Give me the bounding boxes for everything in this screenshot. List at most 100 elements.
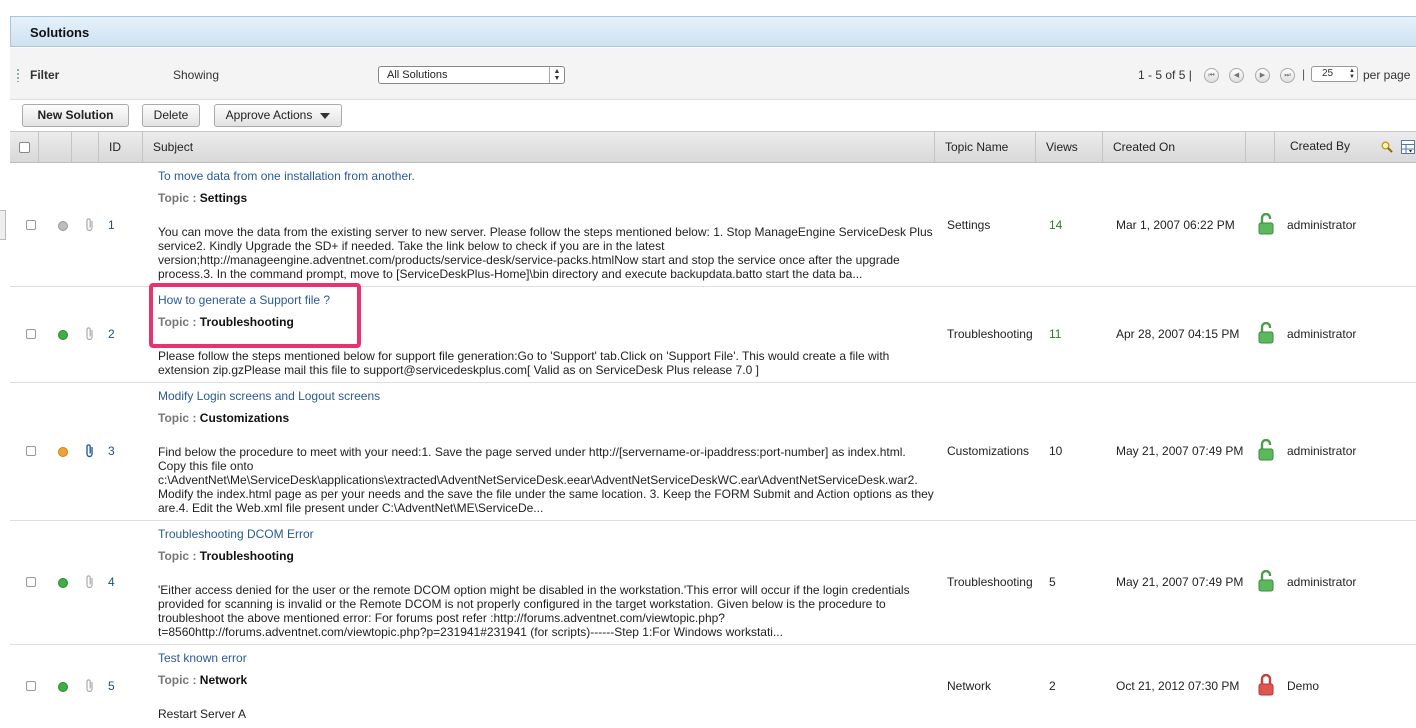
per-page-value: 25 (1322, 68, 1334, 79)
row-created-on: Apr 28, 2007 04:15 PM (1116, 327, 1240, 341)
topic-label: Topic : (158, 411, 197, 425)
row-created-on: Oct 21, 2012 07:30 PM (1116, 679, 1240, 693)
row-created-by: Demo (1287, 679, 1320, 693)
column-chooser-icon[interactable] (1401, 140, 1415, 154)
unlocked-icon (1258, 322, 1274, 344)
unlocked-icon (1258, 213, 1274, 235)
unlocked-icon (1258, 570, 1274, 592)
row-created-on: May 21, 2007 07:49 PM (1116, 444, 1244, 458)
panel-header: Solutions (10, 16, 1416, 47)
row-topic-name: Settings (947, 218, 991, 232)
highlight-box (149, 283, 361, 348)
attachment-icon (86, 444, 93, 458)
status-green-icon (58, 578, 68, 588)
status-gray-icon (58, 221, 68, 231)
view-select-value: All Solutions (387, 69, 448, 81)
first-page-icon[interactable]: ⏮ (1204, 68, 1219, 83)
last-page-icon[interactable]: ⏭ (1280, 68, 1295, 83)
row-checkbox[interactable] (26, 446, 36, 456)
filter-label: Filter (30, 68, 60, 82)
per-page-label: per page (1363, 68, 1411, 82)
col-created-on[interactable]: Created On (1102, 132, 1245, 162)
next-page-icon[interactable]: ▶ (1255, 68, 1270, 83)
row-id-link[interactable]: 1 (108, 218, 115, 232)
attachment-icon (86, 327, 93, 341)
delete-button[interactable]: Delete (142, 104, 200, 127)
paging-separator: | (1302, 67, 1306, 81)
collapse-handle[interactable] (0, 210, 6, 240)
prev-page-icon[interactable]: ◀ (1229, 68, 1244, 83)
attachment-icon (86, 575, 93, 589)
row-topic-name: Troubleshooting (947, 575, 1033, 589)
approve-actions-button[interactable]: Approve Actions (214, 104, 342, 127)
new-solution-button[interactable]: New Solution (22, 104, 129, 127)
row-id-link[interactable]: 4 (108, 575, 115, 589)
row-views: 10 (1049, 444, 1063, 458)
row-subject-link[interactable]: To move data from one installation from … (158, 169, 415, 183)
row-id-link[interactable]: 3 (108, 444, 115, 458)
row-created-by: administrator (1287, 327, 1357, 341)
row-body: Please follow the steps mentioned below … (158, 349, 890, 377)
topic-value: Troubleshooting (199, 549, 294, 563)
status-green-icon (58, 330, 68, 340)
row-checkbox[interactable] (26, 681, 36, 691)
row-body: 'Either access denied for the user or th… (158, 583, 910, 639)
table-row[interactable]: 4 Troubleshooting DCOM Error Topic : Tro… (10, 521, 1416, 645)
row-body: Find below the procedure to meet with yo… (158, 445, 934, 515)
attachment-icon (86, 679, 93, 693)
row-created-by: administrator (1287, 444, 1357, 458)
locked-icon (1258, 674, 1274, 696)
table-row[interactable]: 3 Modify Login screens and Logout screen… (10, 383, 1416, 521)
topic-value: Settings (199, 191, 248, 205)
col-topic-name[interactable]: Topic Name (934, 132, 1035, 162)
row-views: 14 (1049, 218, 1063, 232)
row-subject-link[interactable]: Modify Login screens and Logout screens (158, 389, 380, 403)
row-id-link[interactable]: 5 (108, 679, 115, 693)
status-green-icon (58, 682, 68, 692)
row-topic: Topic : Troubleshooting (158, 549, 294, 563)
row-subject-link[interactable]: Troubleshooting DCOM Error (158, 527, 314, 541)
row-created-on: Mar 1, 2007 06:22 PM (1116, 218, 1235, 232)
row-id-link[interactable]: 2 (108, 327, 115, 341)
col-status (38, 132, 71, 162)
select-arrows-icon: ▲ ▼ (549, 67, 564, 83)
row-checkbox[interactable] (26, 577, 36, 587)
table-row[interactable]: 1 To move data from one installation fro… (10, 163, 1416, 287)
select-all-checkbox[interactable] (19, 142, 30, 153)
row-views: 11 (1049, 327, 1062, 341)
topic-label: Topic : (158, 191, 197, 205)
row-topic-name: Customizations (947, 444, 1030, 458)
col-views[interactable]: Views (1035, 132, 1102, 162)
col-created-by[interactable]: Created By (1274, 132, 1416, 162)
row-views: 5 (1049, 575, 1056, 589)
topic-value: Customizations (199, 411, 290, 425)
select-arrows-icon: ▲ ▼ (1349, 68, 1355, 80)
row-topic: Topic : Settings (158, 191, 247, 205)
row-body: You can move the data from the existing … (158, 225, 933, 281)
table-row[interactable]: 5 Test known error Topic : Network Resta… (10, 645, 1416, 728)
unlocked-icon (1258, 439, 1274, 461)
row-created-by: administrator (1287, 575, 1357, 589)
grip-icon[interactable] (16, 68, 20, 82)
row-created-on: May 21, 2007 07:49 PM (1116, 575, 1244, 589)
approve-actions-label: Approve Actions (225, 108, 313, 122)
topic-label: Topic : (158, 549, 197, 563)
col-subject[interactable]: Subject (142, 132, 934, 162)
attachment-icon (86, 218, 93, 232)
panel-title: Solutions (30, 25, 90, 40)
row-topic-name: Network (947, 679, 992, 693)
view-select[interactable]: All Solutions ▲ ▼ (378, 66, 565, 84)
topic-label: Topic : (158, 673, 197, 687)
row-created-by: administrator (1287, 218, 1357, 232)
row-topic-name: Troubleshooting (947, 327, 1033, 341)
per-page-select[interactable]: 25 ▲ ▼ (1311, 66, 1358, 82)
row-topic: Topic : Network (158, 673, 247, 687)
row-body: Restart Server A (158, 707, 247, 721)
col-id[interactable]: ID (98, 132, 142, 162)
row-checkbox[interactable] (26, 220, 36, 230)
search-icon[interactable] (1381, 141, 1393, 153)
paging-info: 1 - 5 of 5 | (1138, 68, 1192, 82)
row-checkbox[interactable] (26, 329, 36, 339)
row-subject-link[interactable]: Test known error (158, 651, 247, 665)
table-header: ID Subject Topic Name Views Created On C… (10, 131, 1416, 163)
